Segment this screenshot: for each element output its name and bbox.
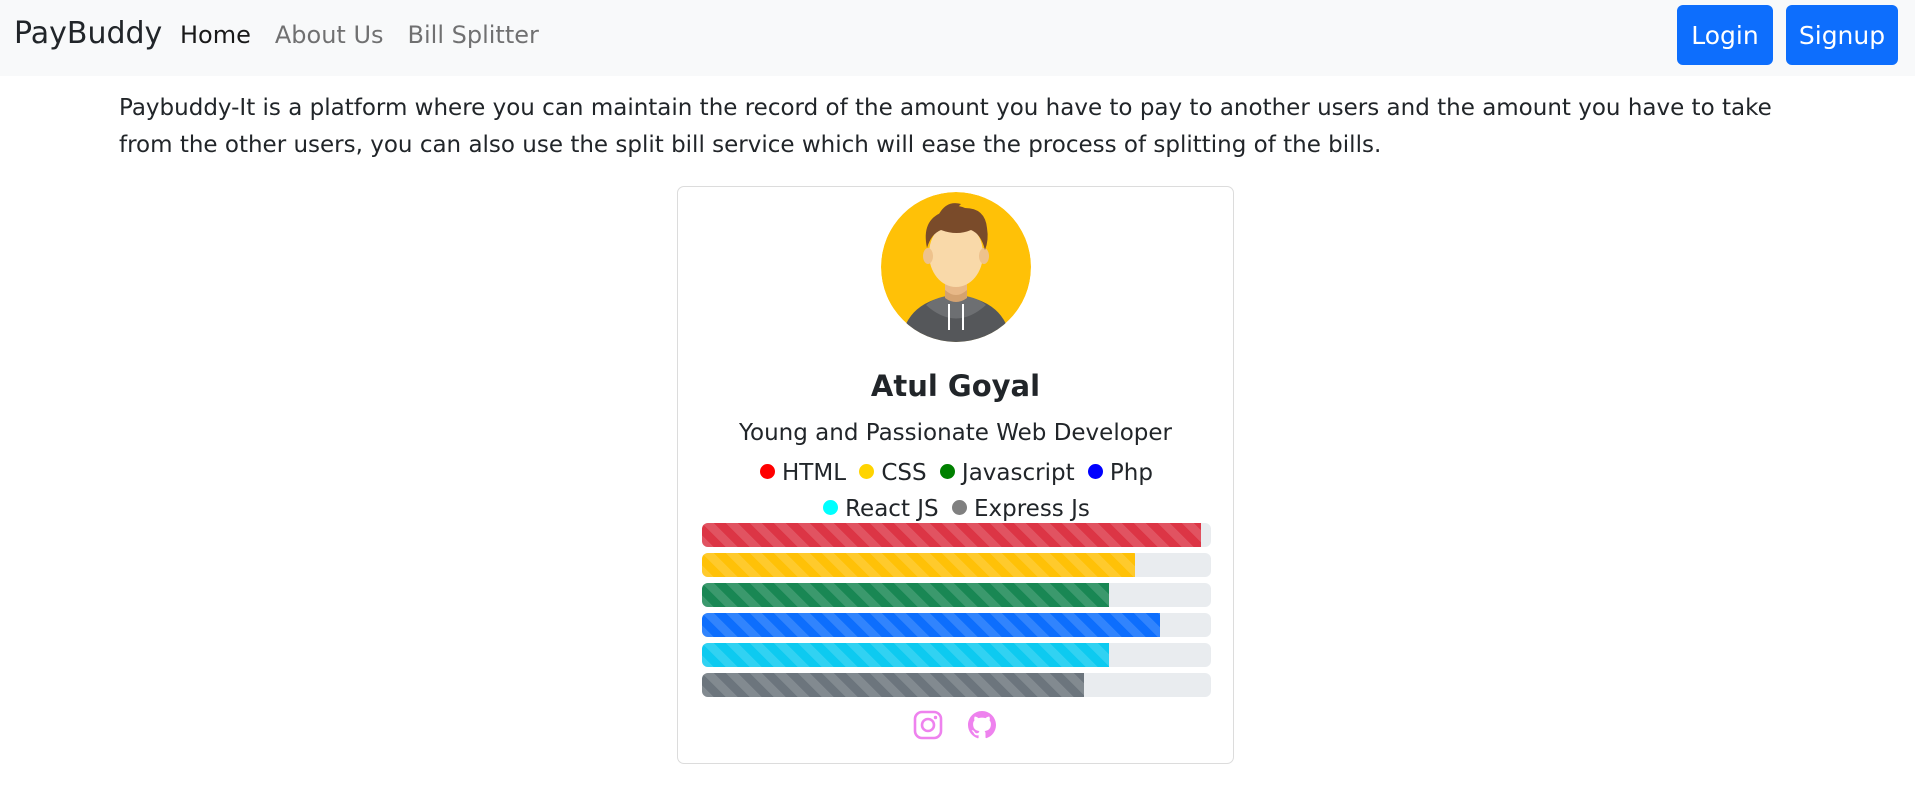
nav-home[interactable]: Home xyxy=(180,21,251,49)
skill-expressjs: Express Js xyxy=(951,491,1090,527)
navbar: PayBuddy Home About Us Bill Splitter Log… xyxy=(0,0,1915,76)
skill-dot xyxy=(760,464,776,479)
login-button[interactable]: Login xyxy=(1677,5,1773,65)
progress-track-expressjs xyxy=(702,673,1211,697)
skill-label: Php xyxy=(1109,460,1153,486)
skill-progress-bars xyxy=(702,523,1211,703)
skill-label: React JS xyxy=(845,496,939,522)
profile-name: Atul Goyal xyxy=(870,369,1041,403)
skill-label: Javascript xyxy=(961,460,1075,486)
intro-text: Paybuddy-It is a platform where you can … xyxy=(119,95,1772,158)
skill-html: HTML xyxy=(760,455,846,491)
progress-bar-reactjs xyxy=(702,643,1110,667)
instagram-icon[interactable] xyxy=(912,709,944,741)
nav-about-us[interactable]: About Us xyxy=(275,21,384,49)
skill-dot xyxy=(823,500,839,515)
social-links xyxy=(912,709,998,741)
signup-button[interactable]: Signup xyxy=(1786,5,1898,65)
progress-bar-css xyxy=(702,553,1135,577)
progress-bar-javascript xyxy=(702,583,1110,607)
progress-track-html xyxy=(702,523,1211,547)
progress-track-javascript xyxy=(702,583,1211,607)
progress-bar-expressjs xyxy=(702,673,1084,697)
nav-links: Home About Us Bill Splitter xyxy=(180,21,539,49)
profile-card: Atul Goyal Young and Passionate Web Deve… xyxy=(677,186,1234,764)
progress-track-php xyxy=(702,613,1211,637)
progress-bar-html xyxy=(702,523,1201,547)
skill-dot xyxy=(859,464,875,479)
skill-dot xyxy=(939,464,955,479)
skill-php: Php xyxy=(1087,455,1153,491)
skill-reactjs: React JS xyxy=(823,491,939,527)
github-icon[interactable] xyxy=(966,709,998,741)
nav-bill-splitter[interactable]: Bill Splitter xyxy=(408,21,539,49)
skill-label: CSS xyxy=(881,460,927,486)
skill-dot xyxy=(1087,464,1103,479)
skill-label: Express Js xyxy=(973,496,1090,522)
skill-dot xyxy=(951,500,967,515)
brand-logo[interactable]: PayBuddy xyxy=(14,16,162,51)
avatar-illustration-icon xyxy=(881,192,1031,342)
profile-tagline: Young and Passionate Web Developer xyxy=(739,420,1172,446)
progress-track-reactjs xyxy=(702,643,1211,667)
progress-bar-php xyxy=(702,613,1161,637)
skills-legend: HTML CSS Javascript Php React JS Express… xyxy=(696,455,1217,527)
progress-track-css xyxy=(702,553,1211,577)
skill-css: CSS xyxy=(859,455,927,491)
avatar xyxy=(881,192,1031,342)
skill-javascript: Javascript xyxy=(939,455,1075,491)
skill-label: HTML xyxy=(782,460,847,486)
